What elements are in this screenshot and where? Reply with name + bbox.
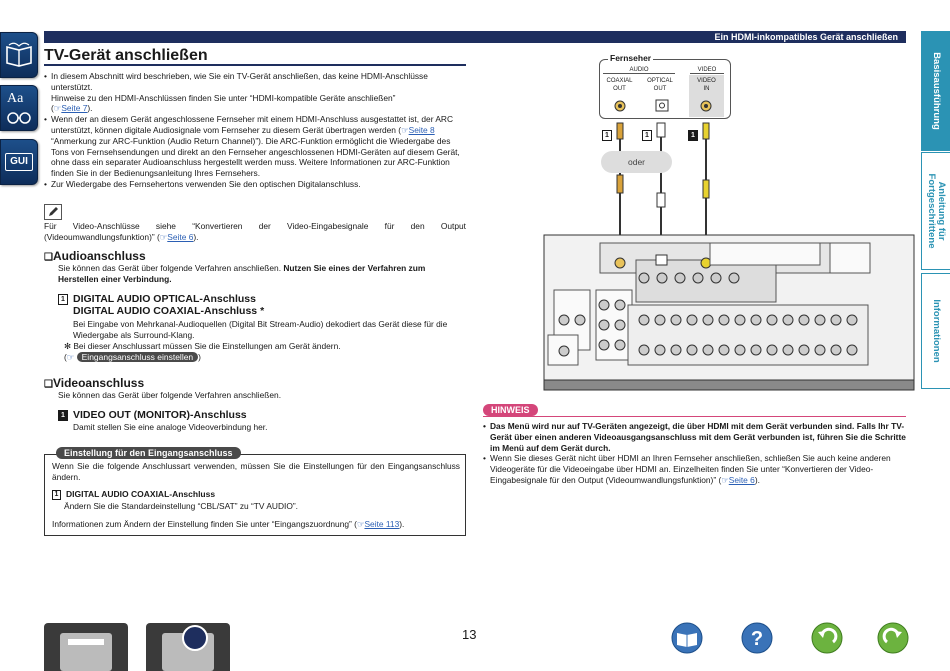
- connection-diagram: [543, 99, 915, 391]
- contents-book-icon[interactable]: [671, 622, 703, 654]
- back-icon[interactable]: [811, 622, 843, 654]
- video-item-desc: Damit stellen Sie eine analoge Videoverb…: [73, 422, 268, 432]
- tv-label: Fernseher: [608, 53, 654, 63]
- link-seite-6b[interactable]: Seite 6: [729, 475, 755, 485]
- settings-item-desc: Ändern Sie die Standardeinstellung “CBL/…: [64, 501, 298, 511]
- item-title: DIGITAL AUDIO COAXIAL-Anschluss: [66, 489, 216, 499]
- hinweis-rule: [483, 416, 906, 417]
- tab-informationen[interactable]: Informationen: [921, 273, 950, 389]
- footer-text: Informationen zum Ändern der Einstellung…: [52, 519, 357, 529]
- intro-bullet: In diesem Abschnitt wird beschrieben, wi…: [44, 71, 466, 114]
- marker-1a: 1: [602, 127, 617, 145]
- eingangsanschluss-link[interactable]: Eingangsanschluss einstellen: [76, 351, 199, 362]
- section-header-bar: Ein HDMI-inkompatibles Gerät anschließen: [44, 31, 906, 43]
- bullet-text: “Anmerkung zur ARC-Funktion (Audio Retur…: [51, 135, 460, 179]
- marker-label: 1: [602, 130, 612, 142]
- audio-item-title: 1 DIGITAL AUDIO OPTICAL-Anschluss DIGITAL…: [58, 293, 264, 317]
- tab-label: Basisausführung: [931, 52, 942, 130]
- marker-label: 1: [642, 130, 652, 142]
- video-group-label: VIDEO: [690, 67, 724, 74]
- tab-fortgeschrittene[interactable]: Anleitung für Fortgeschrittene: [921, 152, 950, 270]
- oder-label: oder: [601, 151, 672, 173]
- note-icon: [44, 204, 62, 220]
- note-text: Für Video-Anschlüsse siehe “Konvertieren…: [44, 221, 466, 242]
- marker-1c: 1: [688, 127, 703, 145]
- footnote-text: ✻ Bei dieser Anschlussart müssen Sie die…: [64, 341, 341, 351]
- item-title-1: DIGITAL AUDIO OPTICAL-Anschluss: [73, 293, 256, 305]
- video-heading-text: Videoanschluss: [52, 376, 145, 390]
- audio-item-desc: Bei Eingabe von Mehrkanal-Audioquellen (…: [73, 319, 466, 341]
- optical-out-label: OPTICAL OUT: [643, 77, 677, 93]
- video-item-title: 1 VIDEO OUT (MONITOR)-Anschluss: [58, 409, 247, 421]
- page-title: TV-Gerät anschließen: [44, 47, 208, 64]
- audio-heading: ❏Audioanschluss: [44, 249, 146, 263]
- bullet-text: Wenn Sie dieses Gerät nicht über HDMI an…: [490, 453, 891, 485]
- title-rule: [44, 64, 466, 66]
- bullet-text: Zur Wiedergabe des Fernsehertons verwend…: [51, 178, 361, 189]
- audio-heading-text: Audioanschluss: [52, 249, 146, 263]
- intro-text: In diesem Abschnitt wird beschrieben, wi…: [44, 71, 466, 190]
- forward-icon[interactable]: [877, 622, 909, 654]
- video-heading: ❏Videoanschluss: [44, 376, 145, 390]
- tab-basisausfuehrung[interactable]: Basisausführung: [921, 31, 950, 151]
- bullet-text: In diesem Abschnitt wird beschrieben, wi…: [51, 71, 428, 92]
- audio-group-label: AUDIO: [603, 67, 675, 74]
- link-seite-8[interactable]: Seite 8: [409, 125, 435, 135]
- svg-text:?: ?: [751, 628, 763, 650]
- bullet-text: Wenn der an diesem Gerät angeschlossene …: [51, 114, 454, 135]
- intro-bullet: Wenn der an diesem Gerät angeschlossene …: [44, 114, 466, 179]
- link-seite-7[interactable]: Seite 7: [61, 103, 87, 113]
- coaxial-out-label: COAXIAL OUT: [603, 77, 636, 93]
- settings-box-heading: Einstellung für den Eingangsanschluss: [56, 447, 241, 459]
- label-line: IN: [703, 86, 710, 92]
- item-desc: Bei Eingabe von Mehrkanal-Audioquellen (…: [73, 319, 448, 340]
- audio-footnote: ✻ Bei dieser Anschlussart müssen Sie die…: [64, 341, 341, 362]
- settings-footer: Informationen zum Ändern der Einstellung…: [52, 519, 405, 529]
- bullet-text: Hinweise zu den HDMI-Anschlüssen finden …: [51, 92, 396, 103]
- label-line: VIDEO: [697, 78, 716, 84]
- hinweis-bullet: Das Menü wird nur auf TV-Geräten angezei…: [483, 421, 906, 453]
- label-line: COAXIAL: [606, 78, 633, 84]
- audio-body: Sie können das Gerät über folgende Verfa…: [58, 263, 282, 273]
- item-title-2: DIGITAL AUDIO COAXIAL-Anschluss *: [73, 305, 265, 317]
- settings-item-title: 1 DIGITAL AUDIO COAXIAL-Anschluss: [52, 489, 215, 500]
- video-text: Sie können das Gerät über folgende Verfa…: [58, 390, 282, 400]
- label-line: OPTICAL: [647, 78, 673, 84]
- hinweis-badge: HINWEIS: [483, 404, 538, 416]
- number-marker: 1: [58, 409, 68, 421]
- text-size-icon[interactable]: Aa: [0, 85, 38, 131]
- label-line: OUT: [653, 86, 667, 92]
- help-icon[interactable]: ?: [741, 622, 773, 654]
- link-seite-113[interactable]: Seite 113: [364, 519, 399, 529]
- item-title: VIDEO OUT (MONITOR)-Anschluss: [73, 409, 247, 421]
- audio-text: Sie können das Gerät über folgende Verfa…: [58, 263, 466, 285]
- settings-text: Wenn Sie die folgende Anschlussart verwe…: [52, 461, 460, 482]
- intro-bullet: Zur Wiedergabe des Fernsehertons verwend…: [44, 179, 466, 190]
- page-number: 13: [462, 627, 477, 642]
- receiver-rear-thumbnail[interactable]: [146, 623, 230, 671]
- label-line: OUT: [613, 86, 626, 92]
- marker-label: 1: [688, 130, 698, 142]
- note-body: Für Video-Anschlüsse siehe “Konvertieren…: [44, 221, 466, 242]
- marker-1b: 1: [642, 127, 657, 145]
- tab-label: Anleitung für Fortgeschrittene: [926, 173, 947, 249]
- hinweis-bullet: Wenn Sie dieses Gerät nicht über HDMI an…: [483, 453, 906, 485]
- receiver-front-thumbnail[interactable]: [44, 623, 128, 671]
- aa-label: Aa: [7, 91, 24, 106]
- gui-label: GUI: [5, 153, 33, 171]
- tab-label: Informationen: [931, 299, 942, 363]
- number-marker: 1: [52, 489, 61, 500]
- book-icon[interactable]: [0, 32, 38, 78]
- hinweis-text: Das Menü wird nur auf TV-Geräten angezei…: [483, 421, 906, 486]
- link-seite-6[interactable]: Seite 6: [167, 232, 193, 242]
- number-marker: 1: [58, 293, 68, 305]
- gui-icon[interactable]: GUI: [0, 139, 38, 185]
